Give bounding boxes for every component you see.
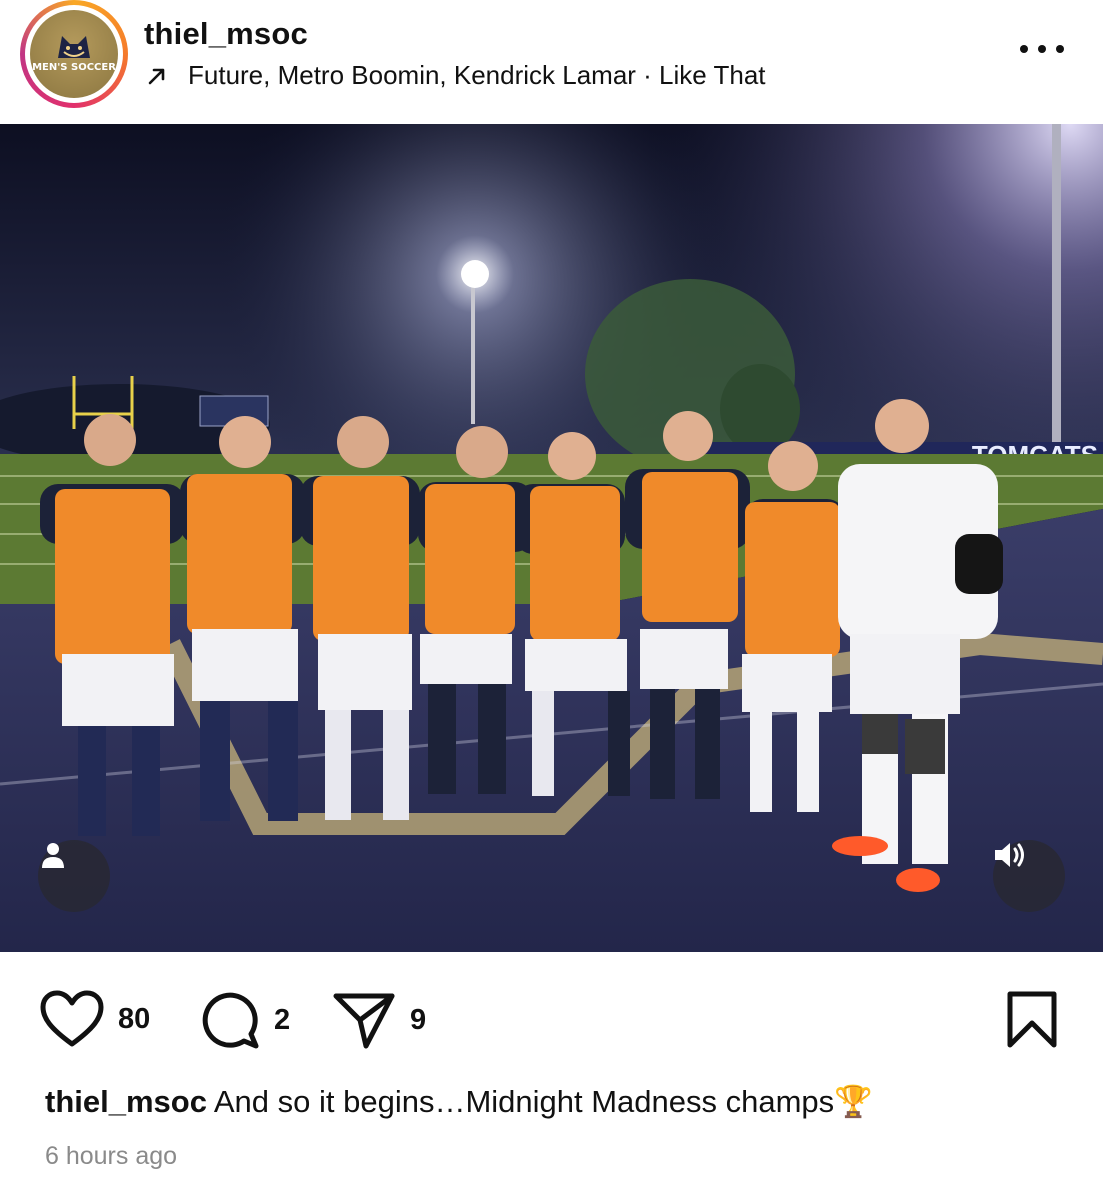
tomcat-logo-icon <box>58 36 90 58</box>
post-header: MEN'S SOCCER thiel_msoc Future, Metro Bo… <box>0 0 1103 124</box>
caption-username[interactable]: thiel_msoc <box>45 1084 207 1119</box>
sound-on-icon <box>995 843 1024 867</box>
save-button[interactable] <box>1006 990 1058 1055</box>
instagram-post: MEN'S SOCCER thiel_msoc Future, Metro Bo… <box>0 0 1103 1200</box>
share-button[interactable]: 9 <box>332 990 426 1050</box>
user-tag-icon <box>42 843 64 868</box>
more-options-icon <box>1020 45 1028 53</box>
like-button[interactable]: 80 <box>40 990 150 1048</box>
arrow-up-right-icon <box>148 68 165 84</box>
sound-toggle-button[interactable] <box>993 840 1065 912</box>
post-username[interactable]: thiel_msoc <box>144 16 308 52</box>
story-ring[interactable]: MEN'S SOCCER <box>20 0 128 108</box>
paper-plane-icon <box>333 993 395 1049</box>
like-count: 80 <box>118 1002 151 1035</box>
bookmark-icon <box>1007 991 1057 1048</box>
comment-button[interactable]: 2 <box>200 990 290 1050</box>
post-timestamp: 6 hours ago <box>45 1142 178 1170</box>
avatar-badge-text: MEN'S SOCCER <box>32 62 116 73</box>
user-tag-button[interactable] <box>38 840 110 912</box>
more-options-button[interactable] <box>1018 40 1066 60</box>
share-count: 9 <box>410 1003 427 1036</box>
comment-icon <box>202 992 259 1049</box>
post-actions: 80 2 9 <box>0 980 1103 1060</box>
avatar[interactable]: MEN'S SOCCER <box>30 10 118 98</box>
music-attribution[interactable]: Future, Metro Boomin, Kendrick Lamar · L… <box>146 60 766 91</box>
music-track-label: Future, Metro Boomin, Kendrick Lamar · L… <box>188 60 766 90</box>
post-photo[interactable]: TOMCATS <box>0 124 1103 952</box>
comment-count: 2 <box>274 1003 291 1036</box>
team-photo-illustration: TOMCATS <box>0 124 1103 952</box>
heart-icon <box>40 990 104 1047</box>
caption-text: And so it begins…Midnight Madness champs… <box>213 1084 873 1119</box>
post-caption: thiel_msoc And so it begins…Midnight Mad… <box>45 1083 873 1120</box>
